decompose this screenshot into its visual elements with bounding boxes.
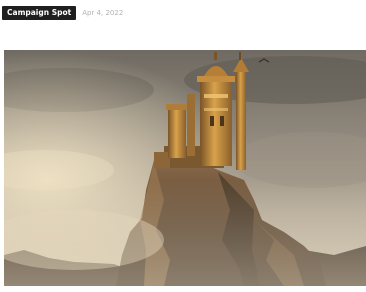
post-meta: Campaign Spot Apr 4, 2022 (2, 6, 123, 20)
hero-image[interactable] (4, 50, 366, 286)
category-tag[interactable]: Campaign Spot (2, 6, 77, 20)
castle-illustration (4, 50, 366, 286)
post-date: Apr 4, 2022 (82, 9, 124, 17)
